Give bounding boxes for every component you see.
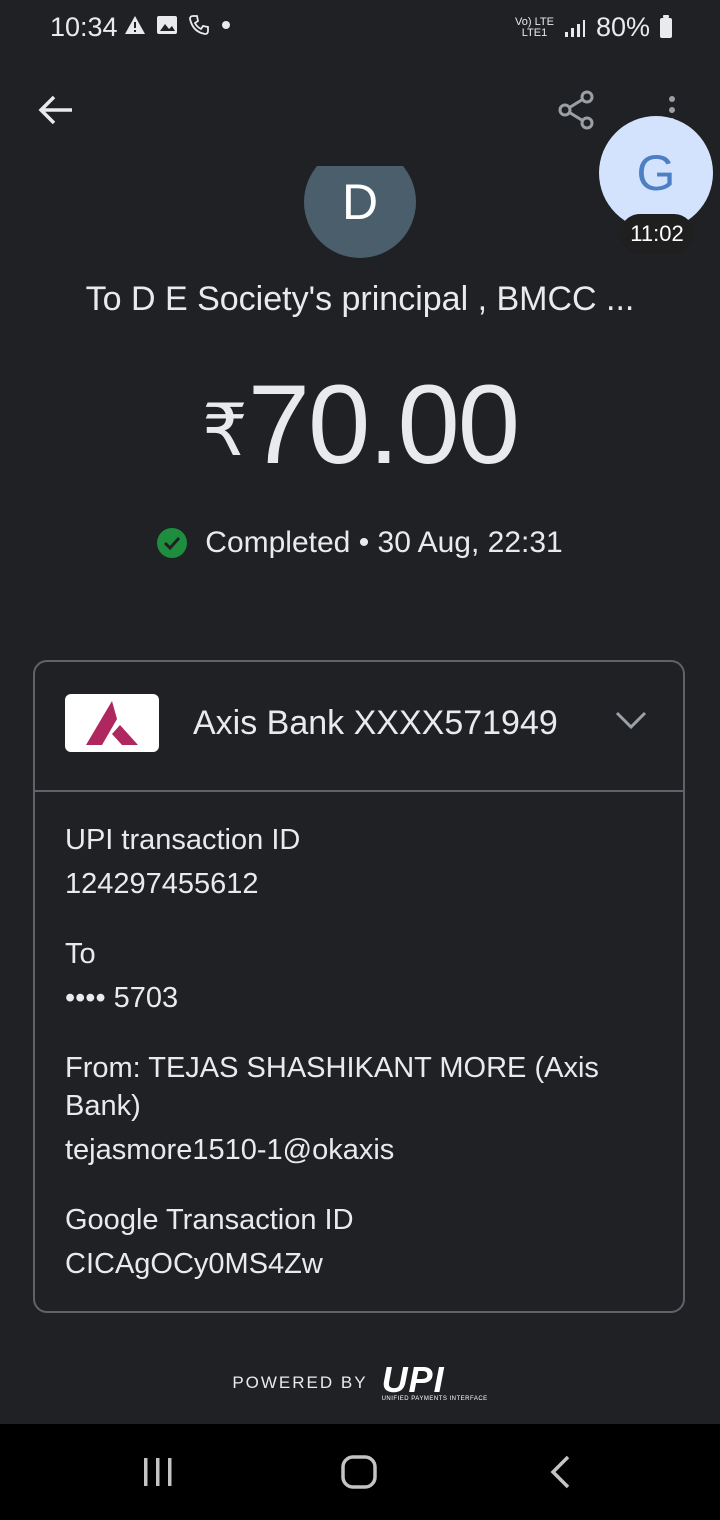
upi-logo: UPI UNIFIED PAYMENTS INTERFACE — [381, 1359, 488, 1403]
transaction-details-card: Axis Bank XXXX571949 UPI transaction ID … — [33, 660, 685, 1313]
signal-icon — [564, 19, 585, 37]
bank-account-name: Axis Bank XXXX571949 — [193, 704, 558, 742]
amount: ₹70.00 — [0, 360, 720, 489]
from-label-line2: Bank) — [65, 1090, 141, 1122]
to-label: To — [65, 938, 96, 970]
back-button[interactable] — [32, 86, 80, 134]
upi-id-label: UPI transaction ID — [65, 824, 301, 856]
chat-head-time: 11:02 — [620, 214, 694, 254]
to-value: •••• 5703 — [65, 982, 179, 1014]
check-circle-icon — [157, 528, 188, 558]
recents-icon — [144, 1458, 172, 1486]
from-value: tejasmore1510-1@okaxis — [65, 1134, 395, 1166]
avatar-clip — [280, 146, 440, 166]
google-txn-label: Google Transaction ID — [65, 1204, 354, 1236]
share-button[interactable] — [552, 86, 600, 134]
network-top: Vo) LTE — [515, 15, 554, 28]
warning-icon — [125, 16, 145, 34]
payee-name: To D E Society's principal , BMCC ... — [85, 280, 635, 318]
arrow-left-icon — [38, 95, 72, 125]
currency-symbol: ₹ — [201, 391, 248, 471]
network-indicator: Vo) LTE LTE1 — [515, 15, 554, 39]
upi-logo-text: UPI — [381, 1359, 445, 1400]
home-icon — [341, 1455, 377, 1489]
battery-percent: 80% — [595, 12, 650, 42]
from-label-line1: From: TEJAS SHASHIKANT MORE (Axis — [65, 1052, 599, 1084]
transaction-status: Completed • 30 Aug, 22:31 — [0, 526, 720, 560]
system-navigation-bar — [0, 1424, 720, 1520]
axis-bank-logo — [65, 694, 159, 752]
status-text: Completed • 30 Aug, 22:31 — [205, 526, 563, 559]
network-bottom: LTE1 — [521, 26, 548, 39]
status-notification-icons — [124, 14, 232, 36]
back-nav-icon — [550, 1455, 570, 1489]
battery-icon — [660, 14, 672, 38]
back-nav-button[interactable] — [530, 1448, 590, 1496]
google-txn-value: CICAgOCy0MS4Zw — [65, 1248, 323, 1280]
account-selector[interactable]: Axis Bank XXXX571949 — [35, 662, 683, 792]
home-button[interactable] — [329, 1448, 389, 1496]
chat-head-avatar[interactable]: G — [599, 116, 713, 230]
amount-value: 70.00 — [247, 362, 520, 487]
powered-by-label: POWERED BY — [232, 1373, 368, 1392]
phone-icon — [189, 15, 209, 35]
upi-logo-subtext: UNIFIED PAYMENTS INTERFACE — [381, 1396, 488, 1402]
dot-icon — [222, 21, 230, 29]
chevron-down-icon — [615, 711, 647, 730]
image-icon — [157, 16, 177, 34]
recents-button[interactable] — [128, 1448, 188, 1496]
status-right: Vo) LTE LTE1 80% — [515, 12, 672, 43]
powered-by-upi: POWERED BY UPI UNIFIED PAYMENTS INTERFAC… — [0, 1359, 720, 1403]
share-icon — [558, 90, 594, 130]
status-time: 10:34 — [50, 12, 118, 42]
upi-id-value: 124297455612 — [65, 868, 259, 900]
